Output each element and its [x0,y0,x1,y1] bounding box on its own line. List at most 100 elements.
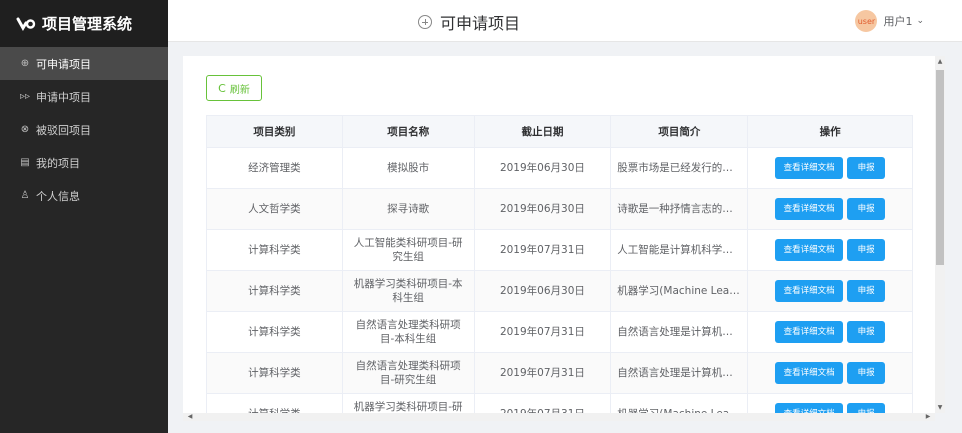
cell-intro: 机器学习(Machine Learning)是一门多领域交叉学科 [611,271,749,312]
scroll-right-icon[interactable]: ▶ [923,413,933,420]
sidebar-item-rejected[interactable]: ⊗ 被驳回项目 [0,113,168,146]
close-circle-icon: ⊗ [20,124,30,135]
cell-category: 人文哲学类 [207,189,343,230]
view-doc-button[interactable]: 查看详细文档 [775,239,844,261]
scroll-up-icon[interactable]: ▲ [935,58,945,65]
cell-actions: 查看详细文档申报 [748,353,913,394]
refresh-label: 刷新 [229,84,250,96]
cell-deadline: 2019年07月31日 [474,353,612,394]
cell-deadline: 2019年06月30日 [474,148,612,189]
cell-actions: 查看详细文档申报 [748,271,913,312]
apply-button[interactable]: 申报 [847,280,886,302]
cell-category: 计算科学类 [207,230,343,271]
view-doc-button[interactable]: 查看详细文档 [775,403,844,413]
column-header: 截止日期 [474,116,612,148]
projects-table: 项目类别 项目名称 截止日期 项目简介 操作 经济管理类 模拟股市 2019年06月30日 股票… [206,115,914,413]
cell-intro: 股票市场是已经发行的股票转让、买卖和流通的场所 [611,148,749,189]
sidebar-item-applying[interactable]: ▹▹ 申请中项目 [0,80,168,113]
refresh-icon: C [218,81,226,95]
list-icon: ▤ [20,157,30,168]
cell-intro: 诗歌是一种抒情言志的文学体裁 [611,189,749,230]
table-row: 计算科学类 机器学习类科研项目-本科生组 2019年06月30日 机器学习(Machi… [207,271,913,312]
column-header: 项目简介 [611,116,749,148]
cell-deadline: 2019年07月31日 [474,230,612,271]
chevron-down-icon[interactable]: ⌄ [916,16,924,26]
content-card: C 刷新 项目类别 项目名称 截止日期 项目简介 操作 经济管理类 模拟股市 2019年06月… [183,56,935,413]
view-doc-button[interactable]: 查看详细文档 [775,321,844,343]
cell-actions: 查看详细文档申报 [748,312,913,353]
view-doc-button[interactable]: 查看详细文档 [775,198,844,220]
view-doc-button[interactable]: 查看详细文档 [775,280,844,302]
table-row: 计算科学类 人工智能类科研项目-研究生组 2019年07月31日 人工智能是计算机科学… [207,230,913,271]
scroll-down-icon[interactable]: ▼ [935,404,945,411]
cell-actions: 查看详细文档申报 [748,230,913,271]
cell-name: 人工智能类科研项目-研究生组 [342,230,475,271]
sidebar-item-label: 可申请项目 [36,57,91,71]
sidebar-item-available[interactable]: ⊕ 可申请项目 [0,47,168,80]
apply-button[interactable]: 申报 [847,403,886,413]
app-logo: 项目管理系统 [0,0,168,47]
view-doc-button[interactable]: 查看详细文档 [775,157,844,179]
plus-circle-icon: ⊕ [20,58,30,69]
page-title: 可申请项目 [440,14,521,33]
table-row: 经济管理类模拟股市2019年06月30日股票市场是已经发行的股票转让、买卖和流通… [207,148,913,189]
cell-actions: 查看详细文档申报 [748,394,913,413]
cell-category: 经济管理类 [207,148,343,189]
cell-category: 计算科学类 [207,394,343,413]
column-header: 项目名称 [342,116,475,148]
cell-category: 计算科学类 [207,312,343,353]
avatar[interactable]: user [855,10,878,32]
table-row: 计算科学类 自然语言处理类科研项目-本科生组 2019年07月31日 自然语言处理是计… [207,312,913,353]
page-title-wrap: 可申请项目 [418,10,520,34]
cell-deadline: 2019年06月30日 [474,271,612,312]
apply-button[interactable]: 申报 [847,239,886,261]
cell-intro: 人工智能是计算机科学的一个分支 [611,230,749,271]
vertical-scrollbar[interactable]: ▲ ▼ [935,56,945,413]
column-header: 项目类别 [207,116,343,148]
refresh-button[interactable]: C 刷新 [206,75,262,101]
scrollbar-thumb[interactable] [936,70,944,265]
user-name[interactable]: 用户1 [883,13,912,29]
cell-name: 自然语言处理类科研项目-本科生组 [342,312,475,353]
apply-button[interactable]: 申报 [847,157,886,179]
table-row: 人文哲学类探寻诗歌2019年06月30日诗歌是一种抒情言志的文学体裁查看详细文档… [207,189,913,230]
apply-button[interactable]: 申报 [847,321,886,343]
cell-name: 机器学习类科研项目-本科生组 [342,271,475,312]
horizontal-scrollbar[interactable]: ◀ ▶ [183,413,935,421]
intro-text: 人工智能是计算机科学的一个分支 [617,244,741,256]
table-header-row: 项目类别 项目名称 截止日期 项目简介 操作 [207,116,914,148]
forward-icon: ▹▹ [19,91,31,102]
scroll-left-icon[interactable]: ◀ [185,413,195,420]
intro-text: 机器学习(Machine Learning)是一门多领域交叉学科 [617,285,741,297]
plus-circle-icon [418,15,432,29]
cell-deadline: 2019年07月31日 [474,312,612,353]
sidebar-menu: ⊕ 可申请项目 ▹▹ 申请中项目 ⊗ 被驳回项目 ▤ 我的项目 ♙ 个人信息 [0,47,168,212]
top-header: 可申请项目 user 用户1 ⌄ [168,0,962,42]
intro-text: 诗歌是一种抒情言志的文学体裁 [617,203,742,215]
cell-name: 模拟股市 [342,148,475,189]
sidebar: 项目管理系统 ⊕ 可申请项目 ▹▹ 申请中项目 ⊗ 被驳回项目 ▤ 我的项目 ♙ 个人信息 [0,0,168,433]
user-menu[interactable]: user 用户1 ⌄ [855,10,924,32]
intro-text: 股票市场是已经发行的股票转让、买卖和流通的场所 [617,162,741,174]
sidebar-item-label: 个人信息 [36,189,80,203]
cell-intro: 自然语言处理是计算机科学领域的一个重要方向 [611,353,749,394]
table-row: 计算科学类 自然语言处理类科研项目-研究生组 2019年07月31日 自然语言处理是计… [207,353,913,394]
cell-category: 计算科学类 [207,353,343,394]
main-content: C 刷新 项目类别 项目名称 截止日期 项目简介 操作 经济管理类 模拟股市 2019年06月… [168,42,962,433]
cell-actions: 查看详细文档申报 [748,148,913,189]
sidebar-item-label: 申请中项目 [36,90,91,104]
sidebar-item-label: 我的项目 [36,156,80,170]
cell-actions: 查看详细文档申报 [748,189,913,230]
cell-intro: 自然语言处理是计算机科学领域的一个重要方向 [611,312,749,353]
sidebar-item-my-projects[interactable]: ▤ 我的项目 [0,146,168,179]
cell-name: 探寻诗歌 [342,189,475,230]
intro-text: 自然语言处理是计算机科学领域的一个重要方向 [617,367,742,379]
cell-deadline: 2019年06月30日 [474,189,612,230]
apply-button[interactable]: 申报 [847,362,886,384]
cell-deadline: 2019年07月31日 [475,394,612,413]
cell-name: 自然语言处理类科研项目-研究生组 [342,353,475,394]
sidebar-item-profile[interactable]: ♙ 个人信息 [0,179,168,212]
view-doc-button[interactable]: 查看详细文档 [775,362,844,384]
apply-button[interactable]: 申报 [847,198,886,220]
cell-name: 机器学习类科研项目-研究生组 [343,394,475,413]
